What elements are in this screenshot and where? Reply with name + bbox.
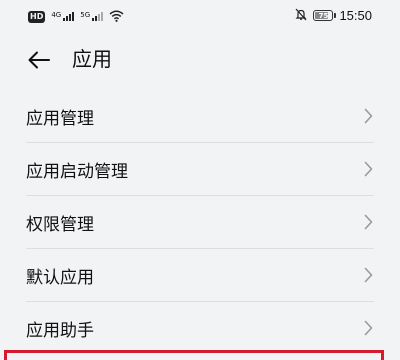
network-type-label: 4G xyxy=(51,11,62,19)
status-bar: HD 4G 5G 75 15:50 xyxy=(0,0,400,30)
list-item-label: 默认应用 xyxy=(26,267,94,288)
battery-level: 75 xyxy=(318,11,329,20)
battery-icon: 75 xyxy=(313,10,337,21)
network-type-label: 5G xyxy=(80,11,91,19)
page-title: 应用 xyxy=(72,47,112,71)
list-item-permission-management[interactable]: 权限管理 xyxy=(26,196,374,249)
cellular-signal-icon: 4G xyxy=(51,11,75,21)
list-item-label: 应用管理 xyxy=(26,108,94,129)
wifi-icon xyxy=(109,7,124,26)
list-item-app-launch-management[interactable]: 应用启动管理 xyxy=(26,143,374,196)
hd-badge-icon: HD xyxy=(28,10,46,23)
list-item-app-assistant[interactable]: 应用助手 xyxy=(26,302,374,354)
status-right: 75 15:50 xyxy=(295,6,372,25)
chevron-right-icon xyxy=(364,214,374,230)
highlight-box xyxy=(4,350,384,360)
list-item-label: 应用助手 xyxy=(26,320,94,341)
chevron-right-icon xyxy=(364,161,374,177)
list-item-default-apps[interactable]: 默认应用 xyxy=(26,249,374,302)
cellular-signal-icon: 5G xyxy=(80,11,104,21)
settings-list: 应用管理 应用启动管理 权限管理 默认应用 应用助手 xyxy=(0,90,400,354)
list-item-app-management[interactable]: 应用管理 xyxy=(26,90,374,143)
chevron-right-icon xyxy=(364,267,374,283)
status-time: 15:50 xyxy=(339,8,372,23)
mute-bell-icon xyxy=(295,6,307,25)
list-item-label: 权限管理 xyxy=(26,214,94,235)
settings-screen: HD 4G 5G 75 15:50 应用 应用管理 应用启动管理 权限管理 默认… xyxy=(0,0,400,360)
chevron-right-icon xyxy=(364,320,374,336)
back-button[interactable] xyxy=(24,46,54,74)
back-arrow-icon xyxy=(28,51,50,69)
list-item-label: 应用启动管理 xyxy=(26,161,128,182)
status-left: HD 4G 5G xyxy=(28,7,124,26)
app-header: 应用 xyxy=(0,40,400,80)
chevron-right-icon xyxy=(364,108,374,124)
